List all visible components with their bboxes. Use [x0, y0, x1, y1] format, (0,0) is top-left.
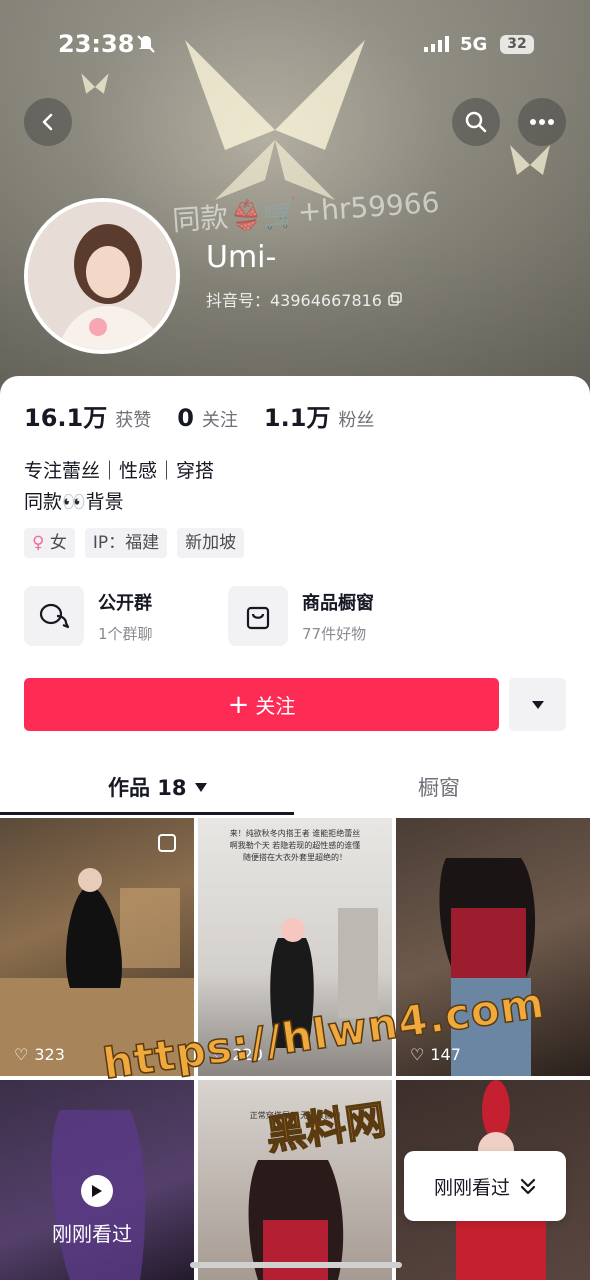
profile-stats: 16.1万 获赞 0 关注 1.1万 粉丝	[24, 398, 400, 433]
likes-label: 获赞	[115, 410, 152, 431]
copy-icon[interactable]	[388, 292, 402, 306]
following-count[interactable]: 0	[177, 404, 194, 432]
shop-window-entry[interactable]: 商品橱窗 77件好物	[228, 586, 408, 646]
likes-count: 16.1万	[24, 404, 108, 432]
group-chat-icon	[24, 586, 84, 646]
small-butterfly-decoration	[510, 145, 550, 175]
tab-works[interactable]: 作品 18	[108, 772, 207, 802]
gender-label: 女	[49, 533, 67, 553]
recently-watched-label: 刚刚看过	[52, 1222, 132, 1246]
followers-label[interactable]: 粉丝	[338, 406, 374, 432]
public-group-entry[interactable]: 公开群 1个群聊	[24, 586, 204, 646]
followers-count[interactable]: 1.1万	[264, 398, 331, 433]
caret-down-icon	[194, 782, 207, 792]
video-likes: ♡ 147	[410, 1045, 461, 1064]
recently-watched-button[interactable]: 刚刚看过	[404, 1151, 566, 1221]
search-button[interactable]	[452, 98, 500, 146]
shop-window-title: 商品橱窗	[302, 592, 374, 614]
home-indicator	[190, 1262, 402, 1268]
network-type: 5G	[460, 34, 488, 55]
shopping-bag-icon	[228, 586, 288, 646]
double-chevron-down-icon	[520, 1178, 536, 1195]
bio-line-2: 同款👀背景	[24, 491, 124, 513]
video-likes-count: 147	[430, 1045, 461, 1064]
more-options-button[interactable]	[518, 98, 566, 146]
pin-icon	[158, 834, 176, 852]
profile-bio: 专注蕾丝｜性感｜穿搭 同款👀背景	[24, 456, 214, 518]
female-icon: ♀	[32, 533, 45, 553]
status-time: 23:38	[58, 30, 135, 58]
heart-outline-icon: ♡	[14, 1045, 29, 1064]
bio-line-1: 专注蕾丝｜性感｜穿搭	[24, 460, 215, 482]
video-likes-count: 323	[34, 1045, 65, 1064]
chevron-left-icon	[42, 113, 53, 131]
video-likes: ♡ 323	[14, 1045, 65, 1064]
following-label[interactable]: 关注	[202, 406, 238, 432]
more-dots-icon	[530, 119, 554, 125]
recently-watched-pill-label: 刚刚看过	[433, 1176, 510, 1199]
follow-button[interactable]: + 关注	[24, 678, 499, 731]
avatar-image	[28, 202, 176, 350]
ip-tag: IP：福建	[84, 528, 168, 558]
search-icon	[465, 111, 487, 133]
plus-icon: +	[227, 689, 250, 720]
tab-shop-window[interactable]: 橱窗	[418, 772, 460, 802]
shop-window-subtitle: 77件好物	[302, 624, 367, 643]
profile-entries: 公开群 1个群聊 商品橱窗 77件好物	[24, 586, 408, 646]
avatar[interactable]	[24, 198, 180, 354]
location-tag: 新加坡	[177, 528, 245, 558]
signal-icon	[424, 36, 449, 52]
public-group-title: 公开群	[98, 592, 152, 614]
play-icon[interactable]	[81, 1175, 113, 1207]
heart-outline-icon: ♡	[410, 1045, 425, 1064]
tab-works-label: 作品 18	[108, 776, 187, 800]
douyin-id-row[interactable]: 抖音号：43964667816	[206, 287, 402, 311]
douyin-id-text: 抖音号：43964667816	[206, 291, 382, 310]
caret-down-icon	[531, 700, 544, 709]
back-button[interactable]	[24, 98, 72, 146]
follow-label: 关注	[255, 694, 296, 718]
profile-tags: ♀ 女 IP：福建 新加坡	[24, 528, 245, 558]
status-bar: 23:38 5G 32	[0, 0, 590, 90]
recommend-dropdown-button[interactable]	[509, 678, 566, 731]
mute-bell-icon	[137, 35, 155, 53]
profile-tabs: 作品 18 橱窗	[0, 760, 590, 816]
tab-active-indicator	[0, 812, 294, 815]
battery-indicator: 32	[500, 35, 534, 54]
gender-tag: ♀ 女	[24, 528, 75, 558]
public-group-subtitle: 1个群聊	[98, 624, 153, 643]
profile-name: Umi-	[206, 240, 277, 275]
